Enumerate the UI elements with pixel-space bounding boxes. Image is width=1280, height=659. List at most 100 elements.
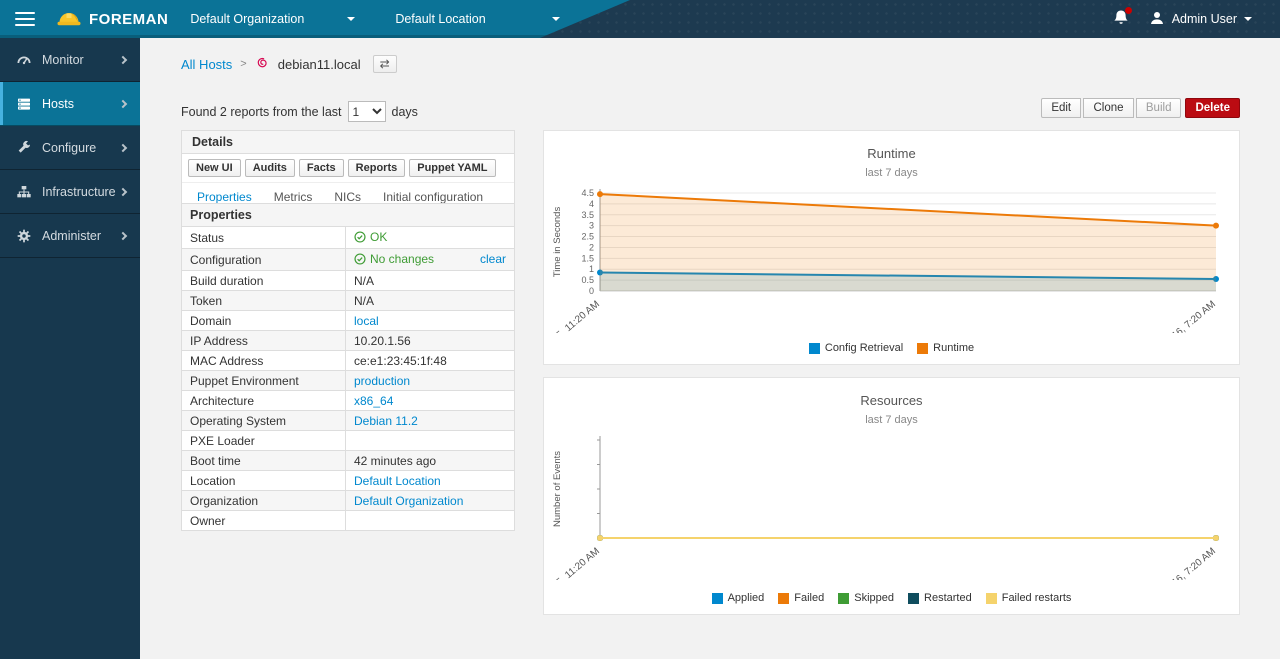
domain-link[interactable]: local [354, 314, 379, 328]
sidebar-item-hosts[interactable]: Hosts [0, 82, 140, 126]
brand-name: FOREMAN [89, 11, 168, 28]
top-navbar: FOREMAN Default Organization Default Loc… [0, 0, 1280, 38]
table-row: MAC Addressce:e1:23:45:1f:48 [182, 351, 515, 371]
organization-selector[interactable]: Default Organization [190, 12, 355, 26]
property-label: Architecture [182, 391, 346, 411]
check-circle-icon [354, 253, 366, 265]
legend-swatch [908, 593, 919, 604]
property-value: N/A [346, 291, 515, 311]
host-switcher-button[interactable]: ⇄ [373, 55, 397, 73]
property-value: No changesclear [346, 249, 515, 271]
svg-text:12/16, 7:20 AM: 12/16, 7:20 AM [1159, 546, 1218, 580]
table-row: IP Address10.20.1.56 [182, 331, 515, 351]
svg-text:1: 1 [589, 264, 594, 274]
sidebar-item-label: Administer [42, 229, 101, 243]
puppet-yaml-button[interactable]: Puppet YAML [409, 159, 495, 177]
main-content: All Hosts > debian11.local ⇄ Found 2 rep… [140, 38, 1280, 659]
runtime-chart-panel: Runtime last 7 days 00.511.522.533.544.5… [543, 130, 1240, 365]
report-days-select[interactable]: 1 [348, 101, 386, 122]
table-row: Organization Default Organization [182, 491, 515, 511]
sidebar-item-administer[interactable]: Administer [0, 214, 140, 258]
resources-chart: 11/25, 11:20 AM 12/16, 7:20 AM Number of E… [544, 428, 1239, 580]
chevron-down-icon [1244, 17, 1252, 21]
architecture-link[interactable]: x86_64 [354, 394, 393, 408]
reports-button[interactable]: Reports [348, 159, 406, 177]
legend-label: Runtime [933, 342, 974, 354]
server-icon [16, 96, 32, 112]
table-row: Architecture x86_64 [182, 391, 515, 411]
table-row: StatusOK [182, 227, 515, 249]
table-row: PXE Loader [182, 431, 515, 451]
property-label: Puppet Environment [182, 371, 346, 391]
legend-item-runtime[interactable]: Runtime [917, 342, 974, 354]
property-value: production [346, 371, 515, 391]
location-selector[interactable]: Default Location [395, 12, 560, 26]
operating-system-link[interactable]: Debian 11.2 [354, 414, 418, 428]
chevron-right-icon [119, 143, 127, 151]
chevron-right-icon [119, 231, 127, 239]
svg-text:3: 3 [589, 221, 594, 231]
svg-text:4: 4 [589, 199, 594, 209]
notifications-bell-icon[interactable] [1113, 9, 1129, 29]
new-ui-button[interactable]: New UI [188, 159, 241, 177]
legend-item-config-retrieval[interactable]: Config Retrieval [809, 342, 903, 354]
organization-selector-label: Default Organization [190, 12, 304, 26]
sidebar-item-infrastructure[interactable]: Infrastructure [0, 170, 140, 214]
property-value: 10.20.1.56 [346, 331, 515, 351]
organization-link[interactable]: Default Organization [354, 494, 463, 508]
legend-label: Skipped [854, 592, 894, 604]
resources-chart-panel: Resources last 7 days 11/25, 11:20 AM12/… [543, 377, 1240, 615]
debian-icon [255, 55, 270, 73]
svg-text:0: 0 [589, 286, 594, 296]
sidebar-item-configure[interactable]: Configure [0, 126, 140, 170]
clear-link[interactable]: clear [480, 252, 506, 266]
svg-text:0.5: 0.5 [581, 275, 594, 285]
location-link[interactable]: Default Location [354, 474, 441, 488]
chevron-down-icon [552, 17, 560, 21]
property-label: Status [182, 227, 346, 249]
property-value: N/A [346, 271, 515, 291]
legend-item-restarted[interactable]: Restarted [908, 592, 972, 604]
puppet-environment-link[interactable]: production [354, 374, 410, 388]
property-value: local [346, 311, 515, 331]
svg-text:Number of Events: Number of Events [552, 451, 563, 527]
hardhat-logo-icon [57, 7, 81, 32]
table-row: ConfigurationNo changesclear [182, 249, 515, 271]
property-value: ce:e1:23:45:1f:48 [346, 351, 515, 371]
property-label: Domain [182, 311, 346, 331]
svg-text:1.5: 1.5 [581, 253, 594, 263]
legend-item-applied[interactable]: Applied [712, 592, 765, 604]
edit-button[interactable]: Edit [1041, 98, 1081, 118]
delete-button[interactable]: Delete [1185, 98, 1240, 118]
foreman-app: FOREMAN Default Organization Default Loc… [0, 0, 1280, 659]
legend-swatch [809, 343, 820, 354]
legend-label: Failed restarts [1002, 592, 1072, 604]
legend-label: Config Retrieval [825, 342, 903, 354]
facts-button[interactable]: Facts [299, 159, 344, 177]
property-value: x86_64 [346, 391, 515, 411]
svg-text:2: 2 [589, 242, 594, 252]
breadcrumb-all-hosts-link[interactable]: All Hosts [181, 57, 232, 72]
legend-item-skipped[interactable]: Skipped [838, 592, 894, 604]
legend-item-failed[interactable]: Failed [778, 592, 824, 604]
property-label: Token [182, 291, 346, 311]
build-button[interactable]: Build [1136, 98, 1182, 118]
sidebar-item-monitor[interactable]: Monitor [0, 38, 140, 82]
chart-subtitle: last 7 days [544, 161, 1239, 179]
audits-button[interactable]: Audits [245, 159, 295, 177]
legend-label: Applied [728, 592, 765, 604]
property-label: Operating System [182, 411, 346, 431]
hamburger-menu-icon[interactable] [15, 8, 35, 30]
table-row: Boot time42 minutes ago [182, 451, 515, 471]
chevron-right-icon [119, 99, 127, 107]
svg-text:4.5: 4.5 [581, 188, 594, 198]
legend-item-failed-restarts[interactable]: Failed restarts [986, 592, 1072, 604]
legend-label: Failed [794, 592, 824, 604]
property-value: OK [346, 227, 515, 249]
clone-button[interactable]: Clone [1083, 98, 1133, 118]
property-label: Organization [182, 491, 346, 511]
chart-legend: Config Retrieval Runtime [544, 342, 1239, 354]
svg-text:11/25, 11:20 AM: 11/25, 11:20 AM [544, 546, 602, 580]
breadcrumb-separator: > [240, 58, 246, 70]
user-menu[interactable]: Admin User [1149, 10, 1252, 29]
